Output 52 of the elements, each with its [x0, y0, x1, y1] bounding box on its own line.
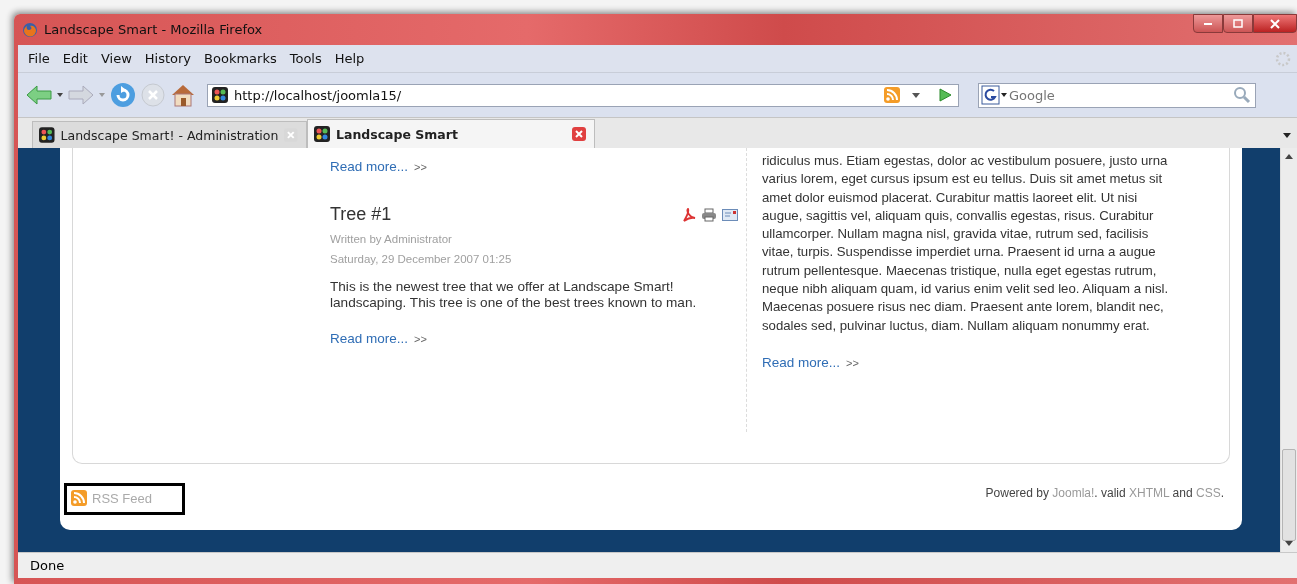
search-field[interactable]: Google	[978, 82, 1256, 108]
rss-icon	[71, 490, 87, 506]
search-icon[interactable]	[1233, 86, 1251, 104]
close-icon	[1270, 18, 1280, 29]
menu-item[interactable]: Bookmarks	[198, 51, 284, 66]
email-icon[interactable]	[722, 208, 738, 221]
dropdown-caret-icon[interactable]	[57, 93, 63, 97]
read-more-arrow: >>	[414, 333, 427, 345]
menu-item[interactable]: Help	[328, 51, 372, 66]
read-more-link[interactable]: Read more...	[330, 331, 409, 346]
read-more-arrow: >>	[846, 356, 859, 369]
menu-item[interactable]: History	[138, 51, 199, 66]
close-button[interactable]	[1253, 14, 1297, 33]
menu-item[interactable]: View	[94, 51, 139, 66]
site-logo-icon	[39, 127, 55, 143]
address-bar[interactable]: http://localhost/joomla15/	[207, 83, 959, 107]
scroll-thumb[interactable]	[1282, 449, 1296, 541]
vertical-scrollbar[interactable]	[1280, 148, 1297, 552]
read-more-link[interactable]: Read more...	[762, 354, 841, 370]
throbber-icon	[1275, 50, 1291, 67]
site-logo-icon	[212, 87, 228, 103]
tab-list-caret-icon[interactable]	[1283, 133, 1291, 138]
article-date: Saturday, 29 December 2007 01:25	[330, 253, 513, 265]
status-text: Done	[30, 558, 65, 573]
rss-icon[interactable]	[884, 87, 900, 103]
site-logo-icon	[314, 126, 330, 142]
read-more-arrow: >>	[414, 161, 427, 173]
browser-tab[interactable]: Landscape Smart	[307, 119, 595, 148]
search-engine-icon[interactable]	[981, 85, 1007, 105]
minimize-icon	[1204, 22, 1212, 25]
menu-item[interactable]: Edit	[56, 51, 95, 66]
firefox-logo-icon	[22, 21, 38, 38]
maximize-button[interactable]	[1223, 14, 1253, 33]
window-title: Landscape Smart - Mozilla Firefox	[44, 22, 263, 37]
footer-credits: Powered by Joomla!. valid XHTML and CSS.	[985, 486, 1224, 500]
scroll-up-icon[interactable]	[1285, 154, 1293, 159]
article-text: ridiculus mus. Etiam egestas, dolor ac vestibulum posuere, justo urna varius lorem, eget cursus ipsum est eu tellus. Duis sit amet metus sit amet dolor euismod placerat. Curabitur mattis laoreet elit. Ut nisi augue, sagittis vel, aliquam quis, convallis egestas, risus. Curabitur ullamcorper. Nullam magna nisl, gravida vitae, rutrum sed, facilisis vitae, turpis. Suspendisse imperdiet urna. Praesent id urna a augue rutrum pellentesque. Maecenas tristique, nulla eget egestas rutrum, neque nibh aliquam quam, id varius enim velit sed leo. Aliquam a nisl. Maecenas posuere risus nec diam. Praesent ante lorem, blandit nec, sodales sed, pulvinar luctus, diam. Nullam aliquam nonummy erat.	[762, 152, 1170, 335]
pdf-icon[interactable]	[682, 207, 696, 222]
article-title: Tree #1	[330, 204, 392, 225]
close-tab-icon[interactable]	[572, 127, 586, 141]
reload-icon[interactable]	[110, 82, 136, 108]
minimize-button[interactable]	[1193, 14, 1223, 33]
menu-item[interactable]: Tools	[283, 51, 329, 66]
home-icon[interactable]	[170, 82, 196, 108]
read-more-link[interactable]: Read more...	[330, 159, 409, 174]
browser-tab[interactable]: Landscape Smart! - Administration	[32, 121, 307, 148]
article-text: This is the newest tree that we offer at Landscape Smart! landscaping. This tree is one of the best trees known to man.	[330, 279, 698, 311]
menu-item[interactable]: File	[22, 51, 57, 66]
maximize-icon	[1233, 18, 1243, 29]
article-author: Written by Administrator	[330, 233, 453, 245]
back-arrow-icon[interactable]	[26, 85, 52, 105]
print-icon[interactable]	[701, 207, 717, 222]
